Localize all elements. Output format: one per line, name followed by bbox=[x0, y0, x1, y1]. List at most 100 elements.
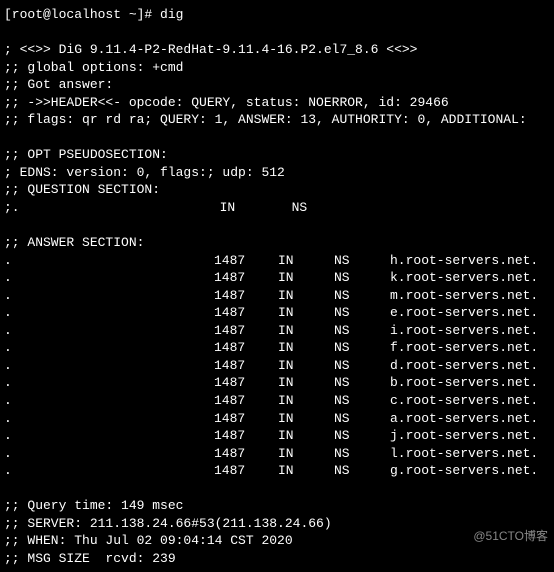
answer-type: NS bbox=[334, 322, 390, 340]
answer-class: IN bbox=[278, 462, 334, 480]
question-type: NS bbox=[292, 199, 348, 217]
answer-type: NS bbox=[334, 427, 390, 445]
answer-row: .1487INNSl.root-servers.net. bbox=[4, 445, 550, 463]
answer-class: IN bbox=[278, 252, 334, 270]
dig-version: ; <<>> DiG 9.11.4-P2-RedHat-9.11.4-16.P2… bbox=[4, 41, 550, 59]
answer-target: c.root-servers.net. bbox=[390, 392, 550, 410]
dig-options: ;; global options: +cmd bbox=[4, 59, 550, 77]
answer-dot: . bbox=[4, 339, 14, 357]
dig-header: ;; ->>HEADER<<- opcode: QUERY, status: N… bbox=[4, 94, 550, 112]
answer-section-title: ;; ANSWER SECTION: bbox=[4, 234, 550, 252]
answer-class: IN bbox=[278, 427, 334, 445]
terminal-prompt-line[interactable]: [root@localhost ~]# dig bbox=[4, 6, 550, 24]
answer-row: . 1487INNSj.root-servers.net. bbox=[4, 427, 550, 445]
watermark: @51CTO博客 bbox=[473, 528, 548, 544]
answer-type: NS bbox=[334, 374, 390, 392]
answer-class: IN bbox=[278, 304, 334, 322]
answer-class: IN bbox=[278, 374, 334, 392]
question-class: IN bbox=[220, 199, 292, 217]
answer-ttl: 1487 bbox=[214, 339, 278, 357]
answer-pad bbox=[14, 374, 214, 392]
answer-target: b.root-servers.net. bbox=[390, 374, 550, 392]
answer-class: IN bbox=[278, 322, 334, 340]
when: ;; WHEN: Thu Jul 02 09:04:14 CST 2020 bbox=[4, 532, 550, 550]
answer-row: .1487INNSi.root-servers.net. bbox=[4, 322, 550, 340]
answer-row: .1487INNSc.root-servers.net. bbox=[4, 392, 550, 410]
answer-row: . 1487INNSb.root-servers.net. bbox=[4, 374, 550, 392]
answer-pad bbox=[14, 392, 214, 410]
answer-target: d.root-servers.net. bbox=[390, 357, 550, 375]
answer-ttl: 1487 bbox=[214, 287, 278, 305]
answer-ttl: 1487 bbox=[214, 269, 278, 287]
answer-ttl: 1487 bbox=[214, 374, 278, 392]
answer-dot: . bbox=[4, 427, 14, 445]
opt-edns: ; EDNS: version: 0, flags:; udp: 512 bbox=[4, 164, 550, 182]
answer-ttl: 1487 bbox=[214, 410, 278, 428]
answer-type: NS bbox=[334, 392, 390, 410]
answer-target: l.root-servers.net. bbox=[390, 445, 550, 463]
answer-class: IN bbox=[278, 357, 334, 375]
answer-row: . 1487INNSf.root-servers.net. bbox=[4, 339, 550, 357]
answer-class: IN bbox=[278, 287, 334, 305]
answer-pad bbox=[14, 269, 214, 287]
answer-list: .1487INNSh.root-servers.net..1487INNSk.r… bbox=[4, 252, 550, 480]
answer-row: . 1487INNSa.root-servers.net. bbox=[4, 410, 550, 428]
answer-ttl: 1487 bbox=[214, 322, 278, 340]
answer-dot: . bbox=[4, 304, 14, 322]
answer-type: NS bbox=[334, 287, 390, 305]
answer-type: NS bbox=[334, 357, 390, 375]
answer-pad bbox=[14, 322, 214, 340]
answer-type: NS bbox=[334, 252, 390, 270]
answer-pad bbox=[14, 252, 214, 270]
answer-ttl: 1487 bbox=[214, 357, 278, 375]
answer-type: NS bbox=[334, 462, 390, 480]
answer-target: k.root-servers.net. bbox=[390, 269, 550, 287]
blank-line bbox=[4, 24, 550, 42]
answer-target: a.root-servers.net. bbox=[390, 410, 550, 428]
question-section-title: ;; QUESTION SECTION: bbox=[4, 181, 550, 199]
answer-pad bbox=[14, 339, 214, 357]
answer-target: j.root-servers.net. bbox=[390, 427, 550, 445]
answer-type: NS bbox=[334, 304, 390, 322]
answer-row: .1487INNSg.root-servers.net. bbox=[4, 462, 550, 480]
blank-line bbox=[4, 129, 550, 147]
answer-pad bbox=[14, 462, 214, 480]
answer-type: NS bbox=[334, 445, 390, 463]
answer-target: m.root-servers.net. bbox=[390, 287, 550, 305]
answer-class: IN bbox=[278, 410, 334, 428]
answer-type: NS bbox=[334, 410, 390, 428]
opt-section-title: ;; OPT PSEUDOSECTION: bbox=[4, 146, 550, 164]
answer-target: g.root-servers.net. bbox=[390, 462, 550, 480]
answer-pad bbox=[14, 410, 214, 428]
answer-ttl: 1487 bbox=[214, 445, 278, 463]
answer-pad bbox=[14, 304, 214, 322]
dig-flags: ;; flags: qr rd ra; QUERY: 1, ANSWER: 13… bbox=[4, 111, 550, 129]
msg-size: ;; MSG SIZE rcvd: 239 bbox=[4, 550, 550, 568]
answer-dot: . bbox=[4, 357, 14, 375]
answer-class: IN bbox=[278, 392, 334, 410]
server: ;; SERVER: 211.138.24.66#53(211.138.24.6… bbox=[4, 515, 550, 533]
answer-target: e.root-servers.net. bbox=[390, 304, 550, 322]
command-input[interactable]: dig bbox=[160, 7, 183, 22]
answer-dot: . bbox=[4, 392, 14, 410]
answer-dot: . bbox=[4, 269, 14, 287]
answer-target: f.root-servers.net. bbox=[390, 339, 550, 357]
answer-ttl: 1487 bbox=[214, 252, 278, 270]
blank-line bbox=[4, 480, 550, 498]
answer-class: IN bbox=[278, 339, 334, 357]
question-dot: ;. bbox=[4, 199, 20, 217]
answer-row: .1487INNSk.root-servers.net. bbox=[4, 269, 550, 287]
answer-ttl: 1487 bbox=[214, 427, 278, 445]
answer-row: .1487INNSh.root-servers.net. bbox=[4, 252, 550, 270]
answer-type: NS bbox=[334, 339, 390, 357]
answer-dot: . bbox=[4, 287, 14, 305]
answer-dot: . bbox=[4, 322, 14, 340]
answer-dot: . bbox=[4, 410, 14, 428]
answer-class: IN bbox=[278, 269, 334, 287]
answer-ttl: 1487 bbox=[214, 462, 278, 480]
shell-prompt: [root@localhost ~]# bbox=[4, 7, 160, 22]
blank-line bbox=[4, 217, 550, 235]
answer-pad bbox=[14, 357, 214, 375]
answer-dot: . bbox=[4, 374, 14, 392]
answer-pad bbox=[14, 427, 214, 445]
